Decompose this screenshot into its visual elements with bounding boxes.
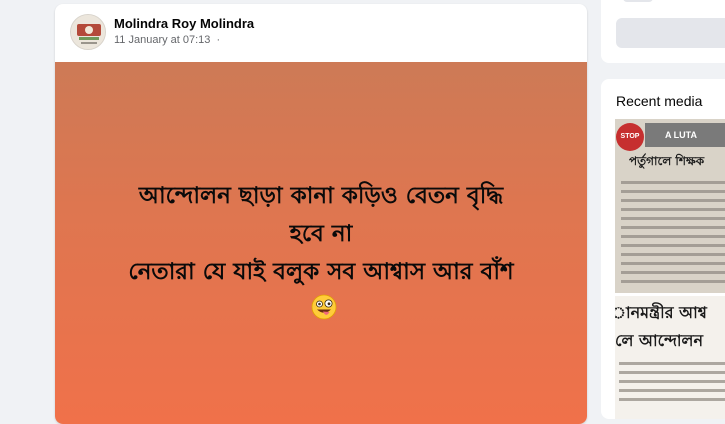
thumb-stop-sign: STOP [616,123,644,151]
thumb-text-block [619,362,725,407]
thumb-banner: A LUTA [645,123,725,147]
media-thumbnail[interactable]: ানমন্ত্রীর আশ্ব লে আন্দোলন [615,296,725,419]
recent-media-card: Recent media STOP A LUTA পর্তুগালে শিক্ষ… [601,79,725,419]
right-top-panel [601,0,725,63]
post-header: Molindra Roy Molindra 11 January at 07:1… [55,4,587,62]
thumb-headline: পর্তুগালে শিক্ষক [629,154,705,168]
post-card: Molindra Roy Molindra 11 January at 07:1… [55,4,587,424]
post-text-background: আন্দোলন ছাড়া কানা কড়িও বেতন বৃদ্ধি হবে… [55,62,587,424]
meta-separator: · [216,34,221,46]
post-meta: 11 January at 07:13 · [114,34,223,46]
author-name[interactable]: Molindra Roy Molindra [114,16,254,31]
thumb-headline: ানমন্ত্রীর আশ্ব [615,303,707,322]
avatar[interactable] [70,14,106,50]
avatar-image-icon [71,15,105,49]
post-text-line: নেতারা যে যাই বলুক সব আশ্বাস আর বাঁশ [128,259,514,285]
media-thumbnail[interactable]: STOP A LUTA পর্তুগালে শিক্ষক [615,119,725,293]
zany-face-icon [311,294,337,320]
emoji-line [75,291,567,329]
post-timestamp[interactable]: 11 January at 07:13 [114,34,210,46]
recent-media-title: Recent media [616,93,703,109]
post-text-line: হবে না [289,221,353,247]
panel-action-button[interactable] [616,18,725,48]
post-text-line: আন্দোলন ছাড়া কানা কড়িও বেতন বৃদ্ধি [138,183,504,209]
thumb-text-block [621,181,725,289]
panel-stub [623,0,653,2]
post-text: আন্দোলন ছাড়া কানা কড়িও বেতন বৃদ্ধি হবে… [75,177,567,329]
thumb-headline: লে আন্দোলন [615,331,704,350]
